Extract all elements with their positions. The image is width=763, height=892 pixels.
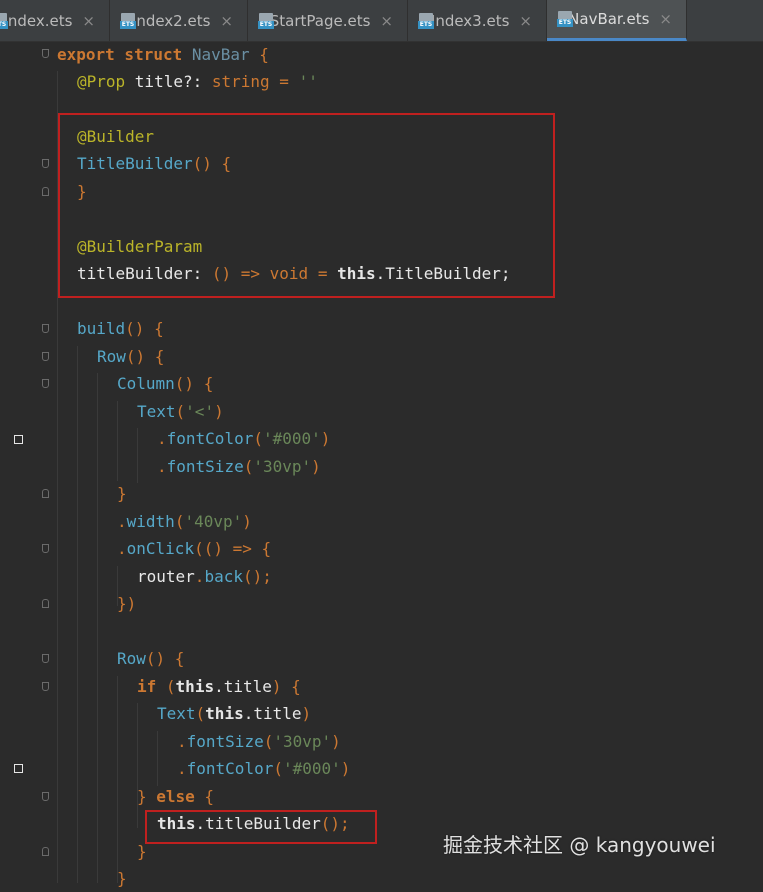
code-line: router.back(); <box>137 567 272 586</box>
close-icon[interactable]: × <box>519 12 532 30</box>
title-builder-call-highlight-box <box>145 810 377 844</box>
ets-file-icon: ETS <box>557 11 573 27</box>
tab-label: StartPage.ets <box>269 11 371 30</box>
code-line: } <box>117 484 127 503</box>
ets-file-icon: ETS <box>258 12 274 29</box>
code-line: export struct NavBar { <box>57 45 269 64</box>
tab-label: Index2.ets <box>131 11 211 30</box>
fold-icon[interactable] <box>42 489 49 498</box>
color-swatch-icon[interactable] <box>14 435 23 444</box>
fold-icon[interactable] <box>42 324 49 333</box>
code-line: Row() { <box>117 649 185 668</box>
fold-icon[interactable] <box>42 599 49 608</box>
indent-guide <box>137 428 138 483</box>
tab-index3-ets[interactable]: ETS Index3.ets × <box>408 0 547 41</box>
ets-file-icon: ETS <box>418 12 434 29</box>
tab-index2-ets[interactable]: ETS Index2.ets × <box>110 0 248 41</box>
code-line: Row() { <box>97 347 165 366</box>
fold-icon[interactable] <box>42 379 49 388</box>
fold-icon[interactable] <box>42 352 49 361</box>
code-line: build() { <box>77 319 164 338</box>
indent-guide <box>117 401 118 481</box>
indent-guide <box>157 731 158 786</box>
code-line: Column() { <box>117 374 214 393</box>
editor-tab-bar: ETS Index.ets × ETS Index2.ets × ETS Sta… <box>0 0 763 42</box>
close-icon[interactable]: × <box>380 12 393 30</box>
tab-label: Index.ets <box>3 11 73 30</box>
code-line: Text(this.title) <box>157 704 312 723</box>
watermark: 掘金技术社区 @ kangyouwei <box>443 833 716 857</box>
tab-startpage-ets[interactable]: ETS StartPage.ets × <box>248 0 408 41</box>
code-line: } <box>117 869 127 888</box>
color-swatch-icon[interactable] <box>14 764 23 773</box>
code-line: .fontColor('#000') <box>177 759 351 778</box>
fold-icon[interactable] <box>42 654 49 663</box>
fold-icon[interactable] <box>42 847 49 856</box>
fold-icon[interactable] <box>42 159 49 168</box>
fold-icon[interactable] <box>42 544 49 553</box>
indent-guide <box>77 346 78 883</box>
ets-file-icon: ETS <box>120 12 136 29</box>
close-icon[interactable]: × <box>82 12 95 30</box>
code-line: @Prop title?: string = '' <box>77 72 318 91</box>
code-line: if (this.title) { <box>137 677 301 696</box>
code-line: .onClick(() => { <box>117 539 272 558</box>
builder-highlight-box <box>58 113 555 298</box>
code-line: .fontColor('#000') <box>157 429 331 448</box>
code-editor[interactable]: export struct NavBar { @Prop title?: str… <box>0 41 763 888</box>
close-icon[interactable]: × <box>659 10 672 28</box>
code-line: } else { <box>137 787 215 806</box>
tab-label: NavBar.ets <box>568 10 650 28</box>
code-line: Text('<') <box>137 402 224 421</box>
fold-icon[interactable] <box>42 792 49 801</box>
tab-label: Index3.ets <box>430 11 510 30</box>
code-line: .width('40vp') <box>117 512 252 531</box>
code-line: .fontSize('30vp') <box>177 732 341 751</box>
code-line: }) <box>117 594 137 613</box>
code-line: .fontSize('30vp') <box>157 457 321 476</box>
fold-icon[interactable] <box>42 49 49 58</box>
indent-guide <box>117 676 118 883</box>
fold-icon[interactable] <box>42 187 49 196</box>
indent-guide <box>97 373 98 883</box>
close-icon[interactable]: × <box>220 12 233 30</box>
fold-icon[interactable] <box>42 682 49 691</box>
tab-navbar-ets[interactable]: ETS NavBar.ets × <box>547 0 687 41</box>
tab-index-ets[interactable]: ETS Index.ets × <box>0 0 110 41</box>
